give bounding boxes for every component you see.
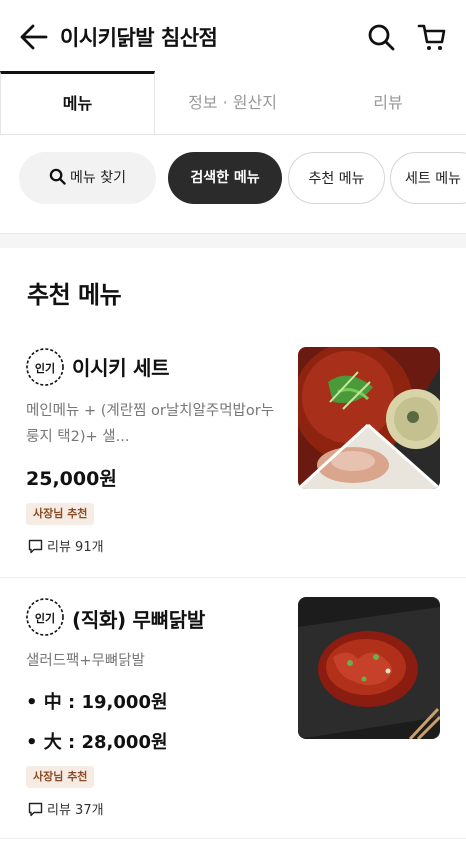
- tab-reviews[interactable]: 리뷰: [310, 72, 466, 134]
- chip-recommended-menu[interactable]: 추천 메뉴: [288, 152, 385, 204]
- item-name: 이시키 세트: [72, 356, 170, 380]
- item-name: (직화) 무뼈닭발: [72, 608, 205, 632]
- item-description: 메인메뉴 + (계란찜 or날치알주먹밥or누룽지 택2)+ 샐...: [26, 403, 275, 445]
- page-title: 이시키닭발 침산점: [60, 26, 218, 50]
- search-icon[interactable]: [367, 23, 395, 51]
- svg-text:인기: 인기: [35, 361, 55, 375]
- menu-search-button[interactable]: 메뉴 찾기: [19, 152, 156, 204]
- tab-menu[interactable]: 메뉴: [0, 71, 155, 134]
- popular-badge-icon: 인기: [26, 598, 64, 636]
- chip-searched-menu[interactable]: 검색한 메뉴: [168, 152, 282, 204]
- owner-recommend-tag: 사장님 추천: [26, 503, 95, 525]
- filter-chips: 메뉴 찾기 검색한 메뉴 추천 메뉴 세트 메뉴: [0, 152, 466, 208]
- owner-recommend-tag: 사장님 추천: [26, 766, 95, 788]
- item-price-large: • 大 : 28,000원: [26, 732, 168, 753]
- cart-icon[interactable]: [417, 22, 447, 52]
- item-photo: [298, 347, 440, 489]
- svg-text:인기: 인기: [35, 611, 55, 625]
- review-count: 리뷰 37개: [28, 799, 104, 818]
- comment-icon: [28, 539, 43, 554]
- popular-badge-icon: 인기: [26, 348, 64, 386]
- menu-item[interactable]: 인기 이시키 세트 메인메뉴 + (계란찜 or날치알주먹밥or누룽지 택2)+…: [0, 330, 466, 578]
- item-price: 25,000원: [26, 468, 117, 490]
- comment-icon: [28, 802, 43, 817]
- review-count-label: 리뷰 91개: [47, 540, 104, 555]
- arrow-left-icon[interactable]: [20, 24, 48, 50]
- review-count: 리뷰 91개: [28, 536, 104, 555]
- tab-bar: 메뉴 정보 · 원산지 리뷰: [0, 71, 466, 135]
- tab-info[interactable]: 정보 · 원산지: [155, 72, 310, 134]
- item-divider: [0, 838, 466, 839]
- search-icon: [49, 168, 66, 185]
- app-header: 이시키닭발 침산점: [0, 0, 466, 72]
- food-photo-image: [298, 597, 440, 739]
- item-description: 샐러드팩+무뼈닭발: [26, 653, 145, 669]
- section-divider: [0, 233, 466, 248]
- chip-set-menu[interactable]: 세트 메뉴: [390, 152, 466, 204]
- item-price-medium: • 中 : 19,000원: [26, 692, 168, 713]
- food-photo-image: [298, 347, 440, 489]
- menu-item[interactable]: 인기 (직화) 무뼈닭발 샐러드팩+무뼈닭발 • 中 : 19,000원 • 大…: [0, 578, 466, 838]
- review-count-label: 리뷰 37개: [47, 803, 104, 818]
- section-title: 추천 메뉴: [27, 281, 122, 309]
- item-photo: [298, 597, 440, 739]
- menu-search-label: 메뉴 찾기: [70, 170, 126, 186]
